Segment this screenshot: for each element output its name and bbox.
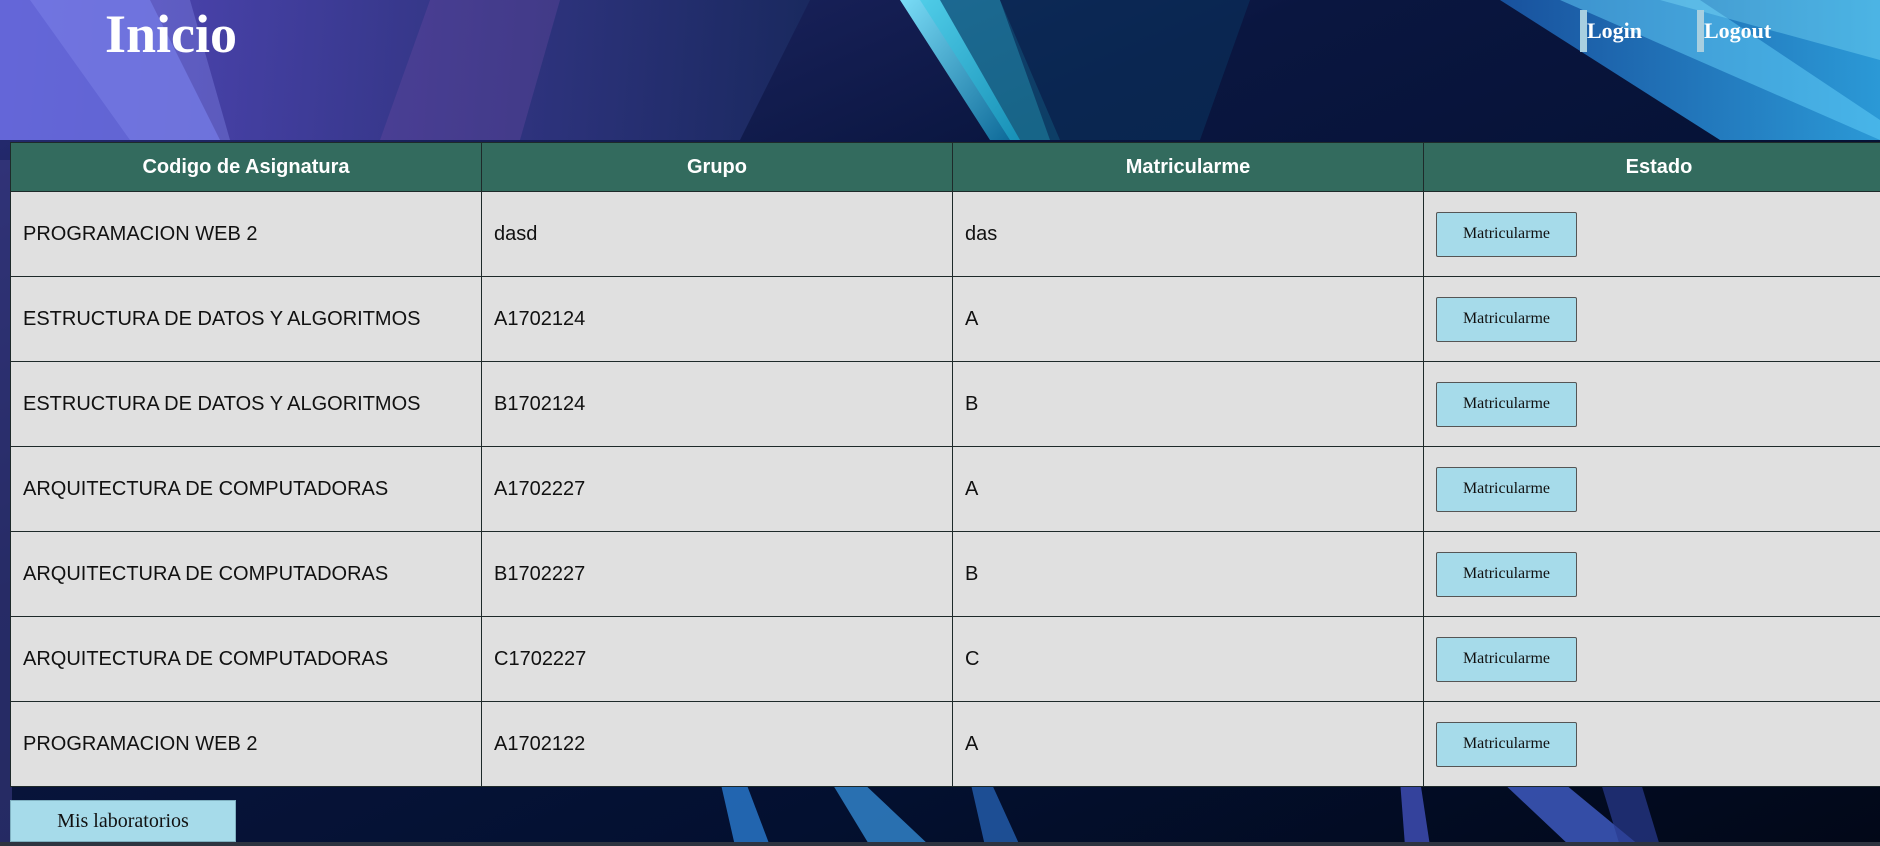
table-row: ARQUITECTURA DE COMPUTADORAS B1702227 B … [10, 531, 1880, 617]
cell-asignatura: ARQUITECTURA DE COMPUTADORAS [10, 446, 482, 532]
cell-estado: Matricularme [1423, 616, 1880, 702]
cell-matricularme: C [952, 616, 1424, 702]
table-row: PROGRAMACION WEB 2 A1702122 A Matricular… [10, 701, 1880, 787]
enroll-button[interactable]: Matricularme [1436, 551, 1577, 597]
column-header-codigo: Codigo de Asignatura [10, 142, 482, 192]
cell-grupo: B1702124 [481, 361, 953, 447]
cell-estado: Matricularme [1423, 446, 1880, 532]
cell-asignatura: PROGRAMACION WEB 2 [10, 701, 482, 787]
cell-matricularme: B [952, 361, 1424, 447]
table-row: ESTRUCTURA DE DATOS Y ALGORITMOS A170212… [10, 276, 1880, 362]
cell-asignatura: ARQUITECTURA DE COMPUTADORAS [10, 531, 482, 617]
table-row: ESTRUCTURA DE DATOS Y ALGORITMOS B170212… [10, 361, 1880, 447]
bottom-bar [0, 842, 1880, 846]
column-header-matricularme: Matricularme [952, 142, 1424, 192]
cell-asignatura: ARQUITECTURA DE COMPUTADORAS [10, 616, 482, 702]
cell-estado: Matricularme [1423, 701, 1880, 787]
courses-table-container: Codigo de Asignatura Grupo Matricularme … [10, 142, 1880, 787]
cell-estado: Matricularme [1423, 531, 1880, 617]
header: Inicio Login Logout [0, 0, 1880, 140]
cell-asignatura: ESTRUCTURA DE DATOS Y ALGORITMOS [10, 361, 482, 447]
cell-matricularme: A [952, 446, 1424, 532]
my-labs-button[interactable]: Mis laboratorios [10, 800, 236, 842]
cell-estado: Matricularme [1423, 361, 1880, 447]
cell-matricularme: A [952, 701, 1424, 787]
cell-matricularme: A [952, 276, 1424, 362]
login-link[interactable]: Login [1580, 10, 1642, 52]
table-row: ARQUITECTURA DE COMPUTADORAS A1702227 A … [10, 446, 1880, 532]
logout-link[interactable]: Logout [1697, 10, 1771, 52]
cell-grupo: B1702227 [481, 531, 953, 617]
cell-matricularme: B [952, 531, 1424, 617]
table-header-row: Codigo de Asignatura Grupo Matricularme … [10, 142, 1880, 192]
cell-estado: Matricularme [1423, 191, 1880, 277]
table-row: ARQUITECTURA DE COMPUTADORAS C1702227 C … [10, 616, 1880, 702]
enroll-button[interactable]: Matricularme [1436, 466, 1577, 512]
enroll-button[interactable]: Matricularme [1436, 381, 1577, 427]
courses-table: Codigo de Asignatura Grupo Matricularme … [10, 142, 1880, 787]
cell-grupo: A1702227 [481, 446, 953, 532]
cell-grupo: C1702227 [481, 616, 953, 702]
table-row: PROGRAMACION WEB 2 dasd das Matricularme [10, 191, 1880, 277]
column-header-estado: Estado [1423, 142, 1880, 192]
cell-asignatura: PROGRAMACION WEB 2 [10, 191, 482, 277]
cell-grupo: dasd [481, 191, 953, 277]
column-header-grupo: Grupo [481, 142, 953, 192]
cell-grupo: A1702124 [481, 276, 953, 362]
cell-matricularme: das [952, 191, 1424, 277]
enroll-button[interactable]: Matricularme [1436, 211, 1577, 257]
cell-grupo: A1702122 [481, 701, 953, 787]
cell-asignatura: ESTRUCTURA DE DATOS Y ALGORITMOS [10, 276, 482, 362]
cell-estado: Matricularme [1423, 276, 1880, 362]
enroll-button[interactable]: Matricularme [1436, 296, 1577, 342]
enroll-button[interactable]: Matricularme [1436, 636, 1577, 682]
enroll-button[interactable]: Matricularme [1436, 721, 1577, 767]
page-title: Inicio [105, 4, 238, 64]
